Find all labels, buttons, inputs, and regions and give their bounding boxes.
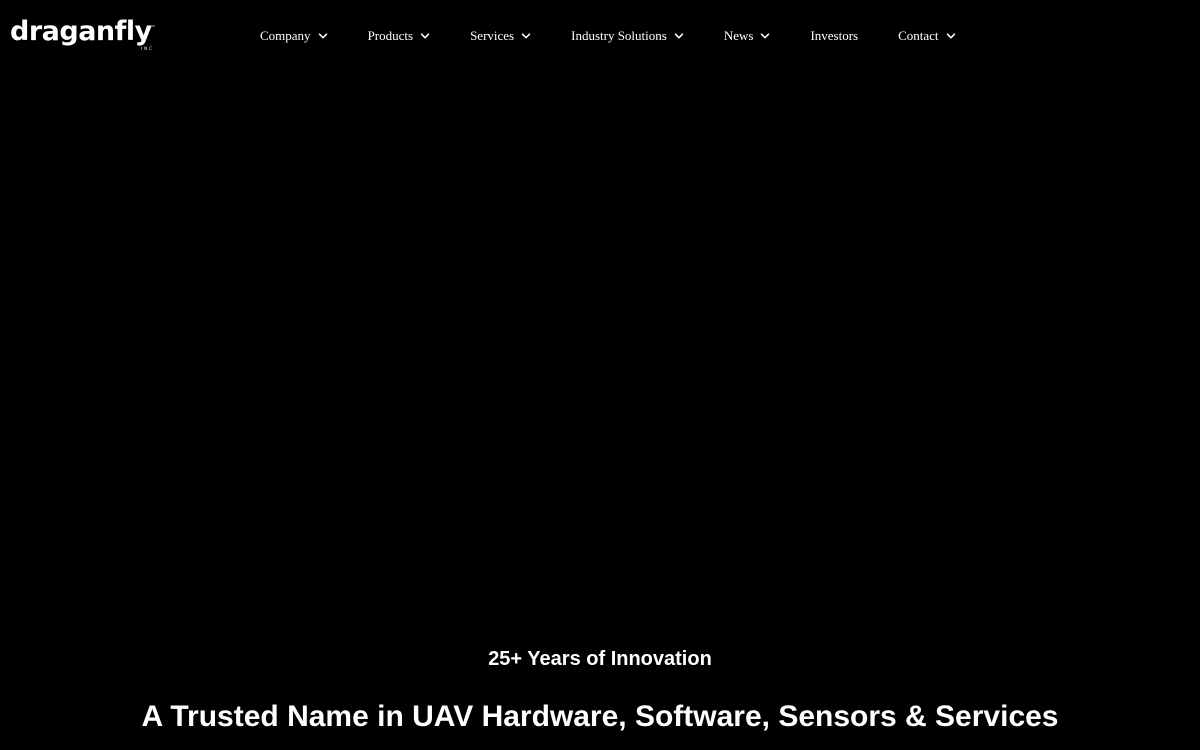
hero-title: A Trusted Name in UAV Hardware, Software… — [141, 700, 1059, 733]
main-nav: Company Products Services Industry Solut… — [260, 25, 956, 47]
nav-item-company[interactable]: Company — [260, 26, 328, 46]
nav-item-investors[interactable]: Investors — [810, 26, 858, 46]
hero-kicker: 25+ Years of Innovation — [488, 648, 712, 670]
nav-item-news[interactable]: News — [724, 26, 771, 46]
draganfly-logo[interactable]: draganfly ™ INC — [10, 18, 160, 54]
nav-item-services[interactable]: Services — [470, 26, 531, 46]
logo-trademark: ™ — [151, 25, 156, 31]
nav-item-contact[interactable]: Contact — [898, 26, 955, 46]
nav-item-label: Company — [260, 28, 311, 43]
nav-item-label: News — [723, 28, 754, 43]
hero-background-video — [0, 72, 1200, 632]
nav-item-products[interactable]: Products — [368, 26, 431, 46]
chevron-down-icon — [674, 31, 684, 41]
nav-item-label: Products — [367, 28, 414, 43]
nav-item-label: Services — [470, 28, 515, 43]
chevron-down-icon — [946, 31, 956, 41]
nav-item-label: Contact — [898, 28, 939, 43]
nav-item-industry-solutions[interactable]: Industry Solutions — [571, 26, 684, 46]
chevron-down-icon — [521, 31, 531, 41]
site-header: draganfly ™ INC Company Products Service… — [0, 0, 1200, 72]
logo-wordmark: draganfly — [10, 16, 152, 47]
chevron-down-icon — [420, 31, 430, 41]
logo-inc: INC — [141, 46, 154, 51]
chevron-down-icon — [318, 31, 328, 41]
nav-item-label: Investors — [810, 28, 859, 43]
chevron-down-icon — [760, 31, 770, 41]
nav-item-label: Industry Solutions — [571, 28, 667, 43]
